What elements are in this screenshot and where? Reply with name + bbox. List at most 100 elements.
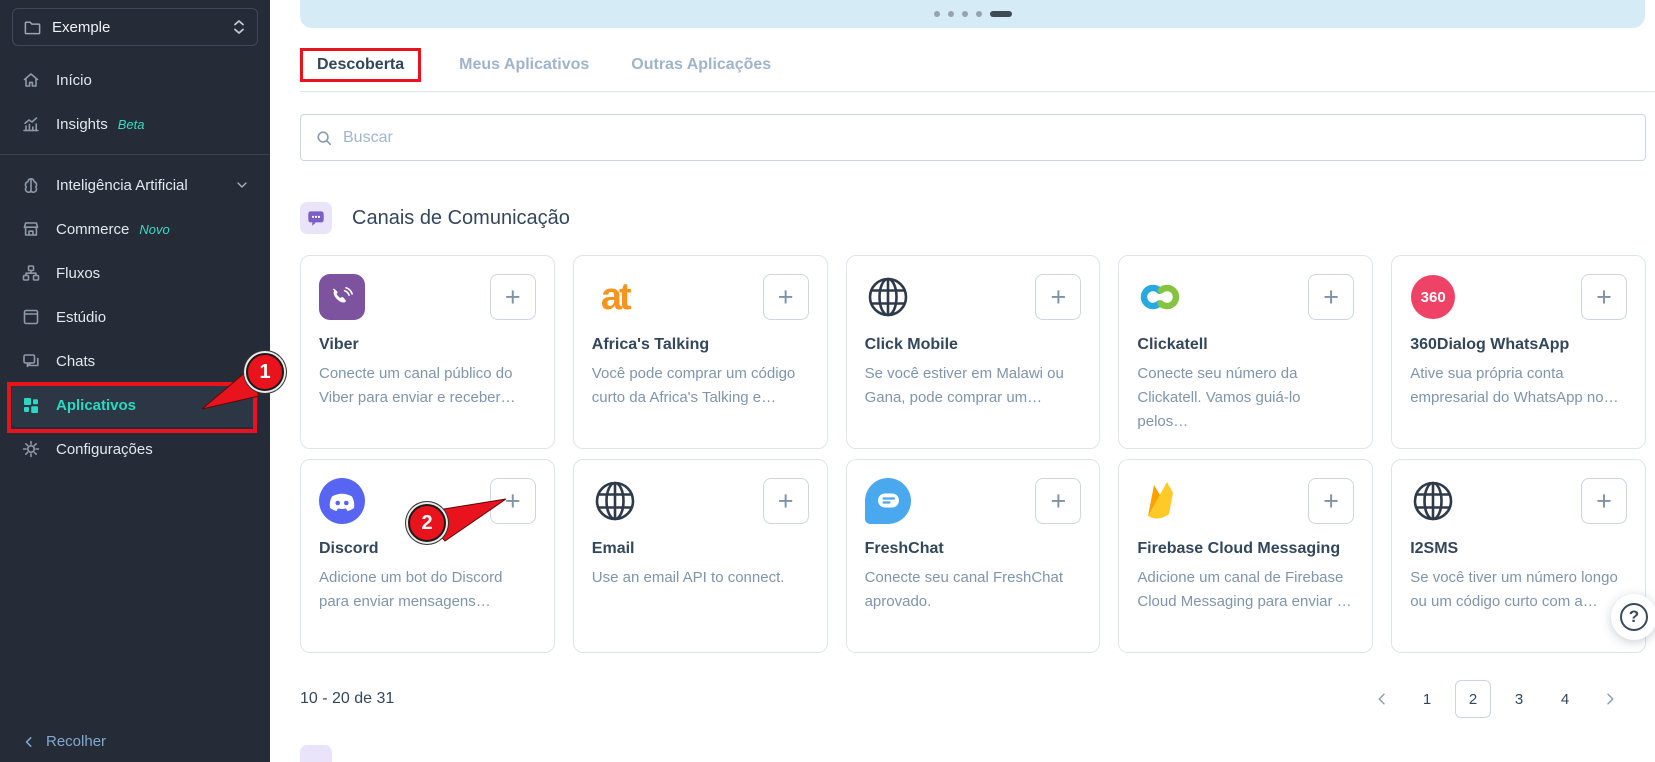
sidebar-item-fluxos[interactable]: Fluxos	[12, 251, 258, 295]
next-section-icon-peek	[300, 745, 332, 762]
workspace-selector[interactable]: Exemple	[12, 8, 258, 46]
plus-icon: +	[1323, 488, 1339, 515]
pagination-range: 10 - 20 de 31	[300, 690, 394, 708]
app-name: Email	[592, 540, 809, 558]
pagination: 1234	[1365, 680, 1627, 718]
app-card-freshchat[interactable]: +FreshChatConecte seu canal FreshChat ap…	[846, 459, 1101, 653]
app-description: Ative sua própria conta empresarial do W…	[1410, 362, 1627, 410]
app-card-africa-s-talking[interactable]: at+Africa's TalkingVocê pode comprar um …	[573, 255, 828, 449]
plus-icon: +	[778, 488, 794, 515]
add-app-button[interactable]: +	[763, 274, 809, 320]
promo-carousel-banner	[300, 0, 1645, 28]
plus-icon: +	[778, 284, 794, 311]
sidebar-item-label: Chats	[56, 353, 95, 370]
app-card-click-mobile[interactable]: +Click MobileSe você estiver em Malawi o…	[846, 255, 1101, 449]
sidebar-item-label: Estúdio	[56, 309, 106, 326]
clickatell-logo-icon	[1137, 274, 1183, 320]
sidebar-item-inicio[interactable]: Início	[12, 58, 258, 102]
app-name: Firebase Cloud Messaging	[1137, 540, 1354, 558]
apps-grid-icon	[20, 394, 42, 416]
add-app-button[interactable]: +	[763, 478, 809, 524]
app-description: Adicione um bot do Discord para enviar m…	[319, 566, 536, 614]
previous-page-button[interactable]	[1365, 680, 1399, 718]
tab-outras-aplicacoes[interactable]: Outras Aplicações	[627, 48, 775, 82]
africas-talking-logo-icon: at	[601, 278, 629, 316]
app-name: Africa's Talking	[592, 336, 809, 354]
page-button-2[interactable]: 2	[1455, 680, 1491, 718]
collapse-label: Recolher	[46, 733, 106, 750]
add-app-button[interactable]: +	[490, 478, 536, 524]
sidebar: Exemple InícioInsightsBeta Inteligência A…	[0, 0, 270, 762]
sidebar-item-inteligencia-artificial[interactable]: Inteligência Artificial	[12, 163, 258, 207]
sidebar-item-label: Configurações	[56, 441, 153, 458]
plus-icon: +	[1051, 284, 1067, 311]
page-button-3[interactable]: 3	[1501, 680, 1537, 718]
carousel-dot-active[interactable]	[990, 11, 1012, 17]
app-card-email[interactable]: + Email Use an email API to connect.	[573, 459, 828, 653]
workspace-name: Exemple	[52, 19, 221, 36]
studio-icon	[20, 306, 42, 328]
add-app-button[interactable]: +	[1035, 478, 1081, 524]
tab-meus-aplicativos[interactable]: Meus Aplicativos	[455, 48, 593, 82]
sidebar-item-label: Commerce	[56, 221, 129, 238]
sidebar-item-aplicativos[interactable]: Aplicativos	[12, 383, 258, 427]
app-card-clickatell[interactable]: + Clickatell Conecte seu número da Clickat…	[1118, 255, 1373, 449]
carousel-dot[interactable]	[934, 11, 940, 17]
sidebar-item-label: Fluxos	[56, 265, 100, 282]
app-name: Clickatell	[1137, 336, 1354, 354]
collapse-sidebar-button[interactable]: Recolher	[22, 733, 106, 750]
next-page-button[interactable]	[1593, 680, 1627, 718]
app-name: I2SMS	[1410, 540, 1627, 558]
chevron-up-down-icon	[231, 18, 247, 36]
firebase-logo-icon	[1140, 478, 1180, 524]
sidebar-item-badge: Novo	[139, 222, 169, 237]
app-card-viber[interactable]: +ViberConecte um canal público do Viber …	[300, 255, 555, 449]
360dialog-logo-icon: 360	[1411, 275, 1455, 319]
sidebar-item-configuracoes[interactable]: Configurações	[12, 427, 258, 471]
add-app-button[interactable]: +	[490, 274, 536, 320]
app-card-360dialog-whatsapp[interactable]: 360 +360Dialog WhatsApp Ative sua própria …	[1391, 255, 1646, 449]
folder-icon	[23, 18, 42, 37]
chat-bubble-icon	[300, 202, 332, 234]
sidebar-item-label: Insights	[56, 116, 108, 133]
ai-brain-icon	[20, 174, 42, 196]
insights-icon	[20, 113, 42, 135]
carousel-dot[interactable]	[948, 11, 954, 17]
add-app-button[interactable]: +	[1308, 274, 1354, 320]
sidebar-divider	[0, 154, 270, 155]
sidebar-item-commerce[interactable]: Commerce Novo	[12, 207, 258, 251]
app-name: 360Dialog WhatsApp	[1410, 336, 1627, 354]
sidebar-item-estudio[interactable]: Estúdio	[12, 295, 258, 339]
sidebar-item-insights[interactable]: InsightsBeta	[12, 102, 258, 146]
app-card-firebase-cloud-messaging[interactable]: +Firebase Cloud MessagingAdicione um can…	[1118, 459, 1373, 653]
app-description: Se você estiver em Malawi ou Gana, pode …	[865, 362, 1082, 410]
home-icon	[20, 69, 42, 91]
plus-icon: +	[505, 284, 521, 311]
app-card-discord[interactable]: +DiscordAdicione um bot do Discord para …	[300, 459, 555, 653]
viber-logo-icon	[319, 274, 365, 320]
page-button-1[interactable]: 1	[1409, 680, 1445, 718]
carousel-dot[interactable]	[962, 11, 968, 17]
sidebar-item-label: Aplicativos	[56, 397, 136, 414]
page-button-4[interactable]: 4	[1547, 680, 1583, 718]
plus-icon: +	[1323, 284, 1339, 311]
store-icon	[20, 218, 42, 240]
tab-descoberta[interactable]: Descoberta	[300, 48, 421, 82]
app-description: Conecte seu número da Clickatell. Vamos …	[1137, 362, 1354, 434]
globe-icon	[865, 274, 911, 320]
add-app-button[interactable]: +	[1308, 478, 1354, 524]
sidebar-item-chats[interactable]: Chats	[12, 339, 258, 383]
search-icon	[315, 129, 333, 147]
question-mark-icon: ?	[1620, 603, 1648, 631]
sidebar-item-label: Inteligência Artificial	[56, 177, 188, 194]
carousel-dot[interactable]	[976, 11, 982, 17]
add-app-button[interactable]: +	[1581, 478, 1627, 524]
search-input[interactable]	[343, 129, 1631, 147]
app-description: Use an email API to connect.	[592, 566, 809, 590]
app-description: Se você tiver um número longo ou um códi…	[1410, 566, 1627, 614]
add-app-button[interactable]: +	[1035, 274, 1081, 320]
add-app-button[interactable]: +	[1581, 274, 1627, 320]
app-name: Viber	[319, 336, 536, 354]
help-button[interactable]: ?	[1611, 594, 1655, 640]
app-card-i2sms[interactable]: + I2SMS Se você tiver um número longo ou u…	[1391, 459, 1646, 653]
